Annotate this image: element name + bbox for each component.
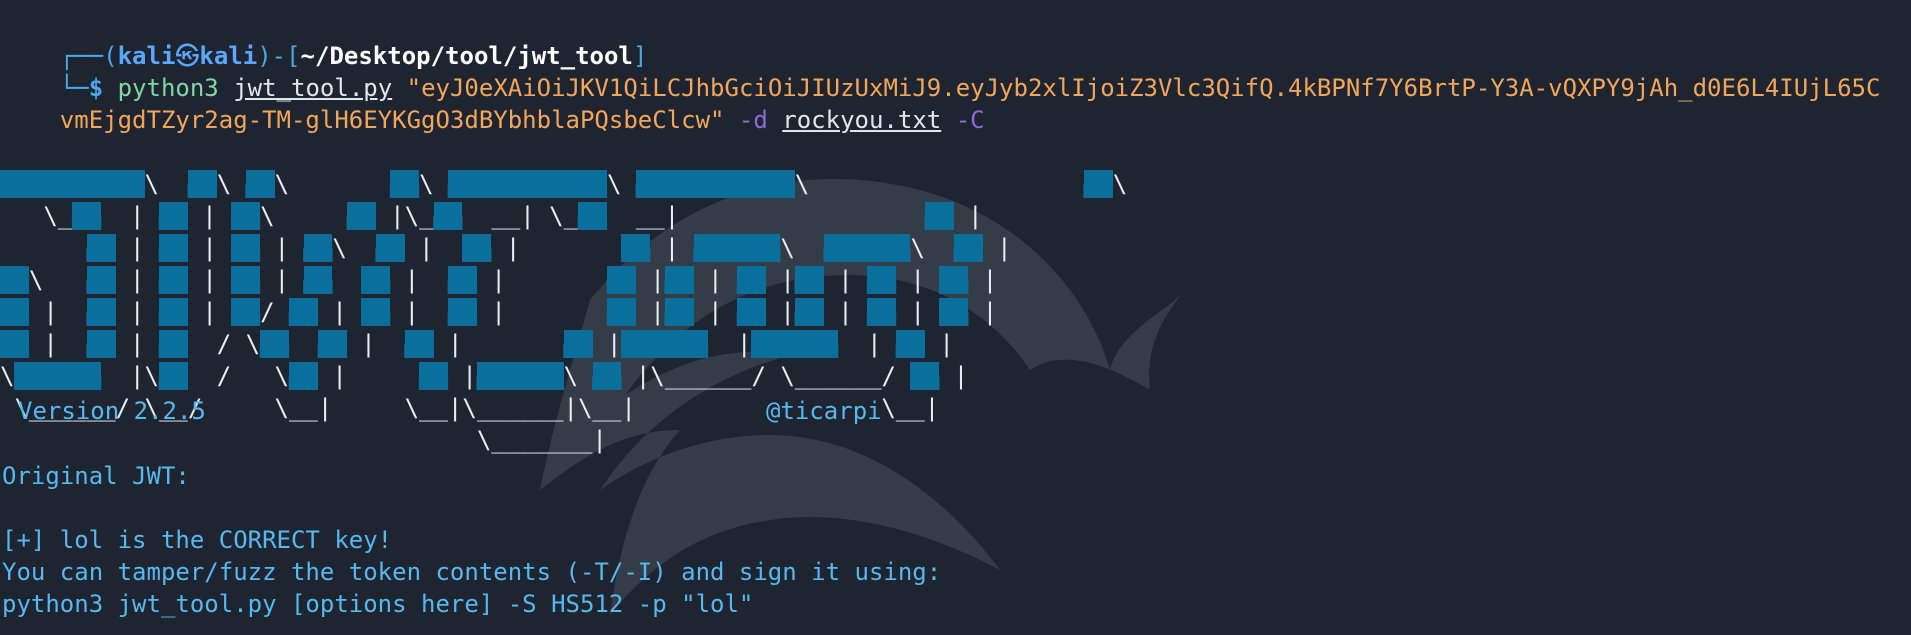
crack-flag: -C	[955, 106, 985, 134]
prompt-line-1: ┌──(kali㉿kali)-[~/Desktop/tool/jwt_tool]	[2, 8, 648, 70]
command-line-2[interactable]: vmEjgdTZyr2ag-TM-glH6EYKGgO3dBYbhblaPQsb…	[2, 72, 985, 134]
jwt-tool-ascii-banner: ▄▄▄▄▄▄▄\ ▄▄\ ▄▄\ ▄▄\ ▄▄▄▄▄▄▄▄▄▄▄\ ▄▄▄▄▄▄…	[0, 170, 1128, 454]
sign-command-example[interactable]: python3 jwt_tool.py [options here] -S HS…	[2, 588, 753, 620]
dictionary-flag: -d	[738, 106, 768, 134]
tamper-hint: You can tamper/fuzz the token contents (…	[2, 558, 942, 586]
tool-version: Version 2.2.5	[18, 397, 206, 425]
terminal-window[interactable]: ┌──(kali㉿kali)-[~/Desktop/tool/jwt_tool]…	[0, 0, 1911, 635]
jwt-token-part-2: vmEjgdTZyr2ag-TM-glH6EYKGgO3dBYbhblaPQsb…	[59, 106, 725, 134]
tool-author: @ticarpi	[766, 397, 882, 425]
dictionary-file[interactable]: rockyou.txt	[782, 106, 941, 134]
correct-key-message: [+] lol is the CORRECT key!	[2, 526, 393, 554]
command-line-1[interactable]: └─$ python3 jwt_tool.py "eyJ0eXAiOiJKV1Q…	[2, 40, 1881, 102]
original-jwt-label: Original JWT:	[2, 462, 190, 490]
